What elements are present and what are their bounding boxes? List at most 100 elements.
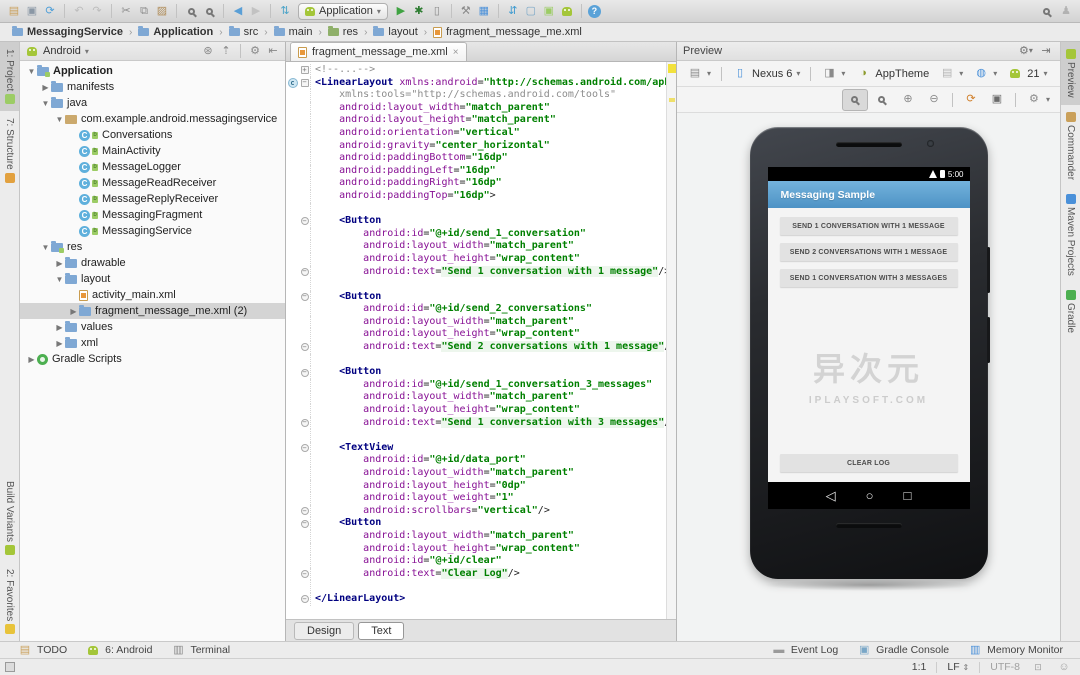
chevron-expanded-icon[interactable]: ▼ xyxy=(40,99,51,108)
code-line[interactable] xyxy=(286,580,666,593)
save-all-icon[interactable]: ▣ xyxy=(24,3,40,19)
tab-text[interactable]: Text xyxy=(358,621,405,640)
tool-strip-tab-build-variants[interactable]: Build Variants xyxy=(0,474,19,562)
project-view-selector[interactable]: Android xyxy=(43,45,81,57)
fold-marker[interactable] xyxy=(299,164,311,178)
fold-marker[interactable] xyxy=(299,278,311,291)
recents-nav-icon[interactable]: □ xyxy=(904,488,912,503)
compare-icon[interactable]: ⇅ xyxy=(277,3,293,19)
configuration[interactable]: ▤ ▾ xyxy=(683,64,715,84)
fold-marker[interactable]: − xyxy=(299,76,311,90)
app-button[interactable]: SEND 1 CONVERSATION WITH 1 MESSAGE xyxy=(779,217,958,235)
code-line[interactable]: android:layout_width="match_parent" xyxy=(286,240,666,253)
fold-marker[interactable] xyxy=(299,240,311,253)
code-line[interactable]: android:id="@+id/send_2_conversations" xyxy=(286,303,666,316)
cut-icon[interactable]: ✂ xyxy=(118,3,134,19)
help-icon[interactable]: ? xyxy=(587,4,601,18)
avd-manager-icon[interactable]: ▦ xyxy=(476,3,492,19)
fold-marker[interactable] xyxy=(299,378,311,392)
chevron-collapsed-icon[interactable]: ▶ xyxy=(54,339,65,348)
code-line[interactable]: android:paddingLeft="16dp" xyxy=(286,164,666,178)
code-line[interactable]: − </LinearLayout> xyxy=(286,592,666,606)
code-line[interactable]: − <Button xyxy=(286,290,666,304)
find-icon[interactable] xyxy=(183,3,199,19)
code-line[interactable]: − <TextView xyxy=(286,441,666,455)
tree-item[interactable]: Cb MessageReadReceiver xyxy=(20,175,285,191)
debug-icon[interactable]: ✱ xyxy=(411,3,427,19)
breadcrumb-item[interactable]: src xyxy=(225,26,263,38)
tree-item[interactable]: activity_main.xml xyxy=(20,287,285,303)
tree-item[interactable]: ▶ drawable xyxy=(20,255,285,271)
fold-marker[interactable] xyxy=(299,202,311,216)
fold-marker[interactable]: − xyxy=(299,416,311,430)
fold-marker[interactable]: − xyxy=(299,517,311,530)
chevron-expanded-icon[interactable]: ▼ xyxy=(40,243,51,252)
screenshot[interactable]: ▣ xyxy=(985,90,1009,110)
code-line[interactable]: android:layout_height="0dp" xyxy=(286,479,666,493)
code-line[interactable]: − <Button xyxy=(286,517,666,530)
fold-marker[interactable] xyxy=(299,492,311,505)
code-line[interactable]: android:paddingTop="16dp"> xyxy=(286,189,666,203)
zoom-out[interactable]: ⊖ xyxy=(922,90,946,110)
breadcrumb-item[interactable]: main xyxy=(270,26,317,38)
code-line[interactable]: android:paddingRight="16dp" xyxy=(286,177,666,190)
fold-marker[interactable] xyxy=(299,454,311,467)
tool-strip-tab-maven-projects[interactable]: Maven Projects xyxy=(1061,187,1080,283)
open-project-icon[interactable]: ▤ xyxy=(6,3,22,19)
tree-item[interactable]: ▼ Application xyxy=(20,63,285,79)
api-level[interactable]: 21 ▾ xyxy=(1003,64,1051,84)
tree-item[interactable]: ▶ xml xyxy=(20,335,285,351)
fold-marker[interactable] xyxy=(299,189,311,203)
tree-item[interactable]: ▶ values xyxy=(20,319,285,335)
close-icon[interactable]: × xyxy=(453,47,459,58)
fold-marker[interactable] xyxy=(299,580,311,593)
tab-design[interactable]: Design xyxy=(294,621,355,640)
line-separator-selector[interactable]: LF ⇕ xyxy=(947,661,969,673)
code-line[interactable]: android:layout_width="match_parent" xyxy=(286,315,666,329)
tree-item[interactable]: ▶ fragment_message_me.xml (2) xyxy=(20,303,285,319)
fold-marker[interactable] xyxy=(299,467,311,480)
code-line[interactable]: android:layout_height="match_parent" xyxy=(286,114,666,127)
run-configuration-combo[interactable]: Application ▾ xyxy=(298,2,388,20)
fold-marker[interactable] xyxy=(299,252,311,266)
fold-marker[interactable]: − xyxy=(299,215,311,228)
toolwindow-button-terminal[interactable]: ▥ Terminal xyxy=(161,642,239,658)
fold-marker[interactable]: − xyxy=(299,441,311,455)
locate-icon[interactable]: ⊛ xyxy=(200,43,216,59)
code-line[interactable] xyxy=(286,429,666,442)
fold-marker[interactable] xyxy=(299,101,311,115)
zoom-fit[interactable] xyxy=(841,88,868,111)
device[interactable]: ▯ Nexus 6 ▾ xyxy=(728,64,804,84)
fold-marker[interactable] xyxy=(299,139,311,153)
tree-item[interactable]: Cb MessagingService xyxy=(20,223,285,239)
code-line[interactable]: − <Button xyxy=(286,215,666,228)
user-icon[interactable]: ♟ xyxy=(1058,3,1074,19)
fold-marker[interactable]: + xyxy=(299,64,311,77)
code-area[interactable]: + <!--...--> c − <LinearLayout xmlns:android… xyxy=(286,62,666,619)
chevron-collapsed-icon[interactable]: ▶ xyxy=(40,83,51,92)
code-line[interactable]: − android:text="Send 1 conversation with… xyxy=(286,416,666,430)
breadcrumb-item[interactable]: fragment_message_me.xml xyxy=(429,26,586,38)
toolwindow-toggle-icon[interactable] xyxy=(5,662,15,672)
code-line[interactable]: android:layout_height="wrap_content" xyxy=(286,404,666,417)
fold-marker[interactable] xyxy=(299,177,311,190)
app-button[interactable]: SEND 2 CONVERSATIONS WITH 1 MESSAGE xyxy=(779,243,958,261)
editor-tab[interactable]: fragment_message_me.xml × xyxy=(290,42,467,61)
fold-marker[interactable] xyxy=(299,114,311,127)
chevron-expanded-icon[interactable]: ▼ xyxy=(54,275,65,284)
app-button[interactable]: SEND 1 CONVERSATION WITH 3 MESSAGES xyxy=(779,269,958,287)
code-line[interactable] xyxy=(286,353,666,367)
fold-marker[interactable] xyxy=(299,227,311,241)
toolwindow-button-event-log[interactable]: ▬ Event Log xyxy=(762,642,847,658)
fold-marker[interactable]: − xyxy=(299,592,311,606)
back-nav-icon[interactable]: ◁ xyxy=(826,488,836,504)
hide-panel-icon[interactable]: ⇤ xyxy=(265,43,281,59)
tree-item[interactable]: Cb MessageReplyReceiver xyxy=(20,191,285,207)
code-line[interactable]: android:layout_height="wrap_content" xyxy=(286,252,666,266)
locale[interactable]: ▤ ▾ xyxy=(935,64,967,84)
code-line[interactable]: − android:scrollbars="vertical"/> xyxy=(286,504,666,518)
code-line[interactable]: android:layout_width="match_parent" xyxy=(286,467,666,480)
hide-panel-icon[interactable]: ⇥ xyxy=(1038,43,1054,59)
paste-icon[interactable]: ▨ xyxy=(154,3,170,19)
code-line[interactable] xyxy=(286,278,666,291)
